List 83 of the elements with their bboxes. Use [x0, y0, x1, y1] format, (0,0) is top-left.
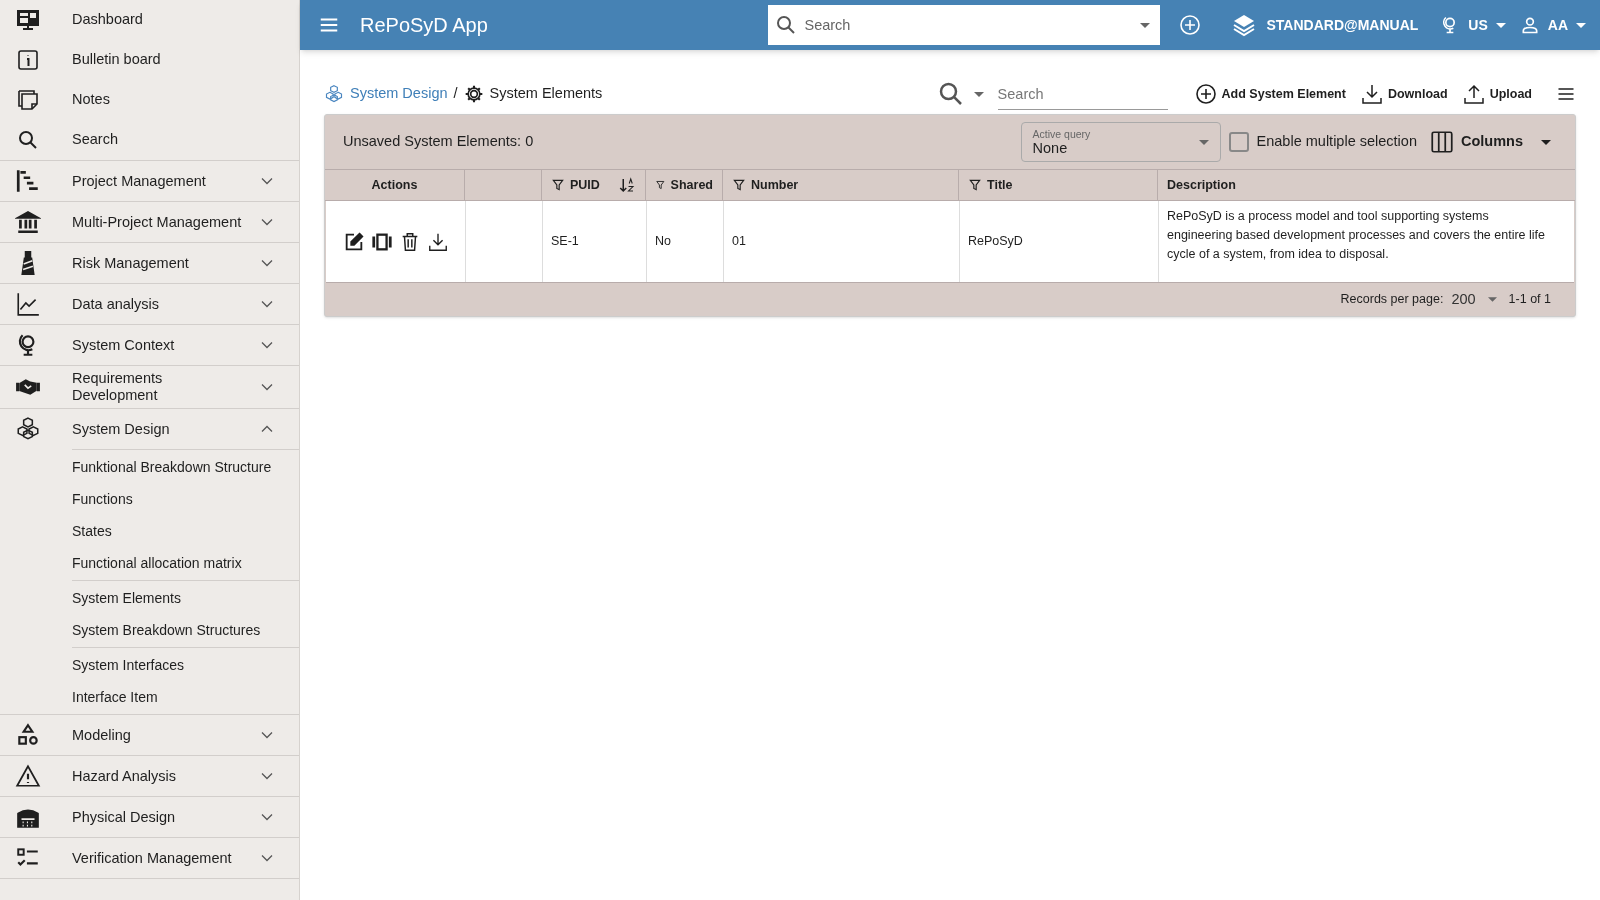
- unsaved-count: Unsaved System Elements: 0: [343, 132, 534, 152]
- page-title: System Elements: [489, 84, 603, 104]
- table-cell-text: RePoSyD is a process model and tool supporting systems engineering based development processes and covers the entire life cycle of a system, from idea to disposal.: [1167, 208, 1546, 263]
- caret-icon[interactable]: [1140, 23, 1151, 28]
- sidebar-group[interactable]: Hazard Analysis: [0, 756, 299, 796]
- gantt-icon: [15, 168, 41, 194]
- active-query-select[interactable]: Active query None: [1020, 122, 1221, 162]
- note-icon: [16, 88, 40, 112]
- sidebar-item[interactable]: Bulletin board: [0, 40, 299, 80]
- sidebar-group[interactable]: Modeling: [0, 715, 299, 755]
- caret-icon[interactable]: [973, 91, 984, 97]
- sidebar-subitem[interactable]: Functions: [72, 483, 299, 515]
- caret-icon: [1495, 22, 1506, 28]
- caret-icon: [1576, 22, 1586, 28]
- warning-icon: [15, 763, 41, 789]
- column-header[interactable]: PUID: [570, 175, 600, 195]
- download-icon: [1359, 82, 1384, 106]
- sidebar-group[interactable]: Requirements Development: [0, 366, 299, 408]
- sidebar-subitem[interactable]: System Interfaces: [72, 649, 299, 681]
- records-per-page-select[interactable]: 200: [1451, 288, 1497, 311]
- sidebar-item[interactable]: Search: [0, 120, 299, 160]
- sidebar-subitem[interactable]: System Elements: [72, 582, 299, 614]
- upload-icon: [1461, 82, 1486, 106]
- search-field[interactable]: Search: [997, 78, 1168, 110]
- column-header[interactable]: Description: [1167, 175, 1236, 195]
- workspace-button[interactable]: STANDARD@MANUAL: [1232, 13, 1419, 37]
- toolbar-button[interactable]: Upload: [1461, 82, 1532, 106]
- sidebar-group[interactable]: System Context: [0, 325, 299, 365]
- sidebar-group[interactable]: Physical Design: [0, 797, 299, 837]
- shapes-icon: [15, 722, 41, 748]
- column-header[interactable]: Number: [751, 175, 799, 195]
- caret-icon: [1541, 139, 1551, 145]
- sidebar-group[interactable]: Multi-Project Management: [0, 202, 299, 242]
- sidebar-subitem[interactable]: Funktional Breakdown Structure: [72, 451, 299, 483]
- table-cell-text: 01: [732, 233, 746, 251]
- locale-button[interactable]: US: [1440, 14, 1506, 36]
- table-cell-text: SE-1: [551, 233, 579, 251]
- filter-icon[interactable]: [968, 178, 982, 192]
- sidebar-item[interactable]: Notes: [0, 80, 299, 120]
- table-cell-text: RePoSyD: [968, 233, 1023, 251]
- cubes-icon: [15, 416, 41, 442]
- sidebar-group[interactable]: Verification Management: [0, 838, 299, 878]
- caret-icon: [1198, 139, 1209, 145]
- filter-icon[interactable]: [732, 178, 746, 192]
- gear-icon: [463, 84, 484, 104]
- records-per-page-label: Records per page:: [1340, 291, 1444, 309]
- column-header[interactable]: Title: [987, 175, 1013, 195]
- sidebar-subitem[interactable]: Interface Item: [72, 681, 299, 713]
- sidebar-group[interactable]: System Design: [0, 409, 299, 449]
- sidebar-group[interactable]: Project Management: [0, 161, 299, 201]
- checkbox[interactable]: [1228, 132, 1249, 152]
- sidebar-group[interactable]: Risk Management: [0, 243, 299, 283]
- caret-icon: [1487, 297, 1497, 302]
- sidebar-subitem[interactable]: States: [72, 515, 299, 547]
- columns-icon: [1428, 129, 1455, 155]
- columns-button[interactable]: Columns: [1428, 129, 1551, 155]
- sort-icon[interactable]: [618, 176, 636, 194]
- add-circle-icon: [1193, 82, 1218, 106]
- filter-icon[interactable]: [551, 178, 565, 192]
- sidebar-item[interactable]: Dashboard: [0, 0, 299, 40]
- search-field[interactable]: Search: [768, 5, 1161, 45]
- checkbox-label: Enable multiple selection: [1256, 132, 1417, 152]
- app-title: RePoSyD App: [360, 13, 488, 38]
- cubes-icon: [324, 84, 344, 104]
- line-chart-icon: [15, 291, 41, 317]
- column-header[interactable]: Actions: [371, 175, 418, 195]
- breadcrumb-separator: /: [453, 84, 458, 104]
- info-icon: [16, 48, 40, 72]
- sidebar-subitem[interactable]: System Breakdown Structures: [72, 614, 299, 646]
- column-header[interactable]: Shared: [670, 175, 713, 195]
- toolbar-button[interactable]: Add System Element: [1193, 82, 1346, 106]
- add-circle-icon[interactable]: [1178, 13, 1203, 37]
- breadcrumb-link[interactable]: System Design: [350, 83, 448, 105]
- bank-icon: [15, 209, 41, 235]
- table-cell-text: No: [655, 233, 671, 251]
- sidebar-subitem[interactable]: Functional allocation matrix: [72, 547, 299, 579]
- monitor-icon: [16, 8, 40, 32]
- sidebar-group[interactable]: Data analysis: [0, 284, 299, 324]
- toolbar-button[interactable]: Download: [1359, 82, 1448, 106]
- layers-icon: [1232, 13, 1257, 37]
- filter-icon[interactable]: [655, 178, 666, 192]
- pagination-range: 1-1 of 1: [1508, 291, 1551, 309]
- user-button[interactable]: AA: [1519, 14, 1586, 36]
